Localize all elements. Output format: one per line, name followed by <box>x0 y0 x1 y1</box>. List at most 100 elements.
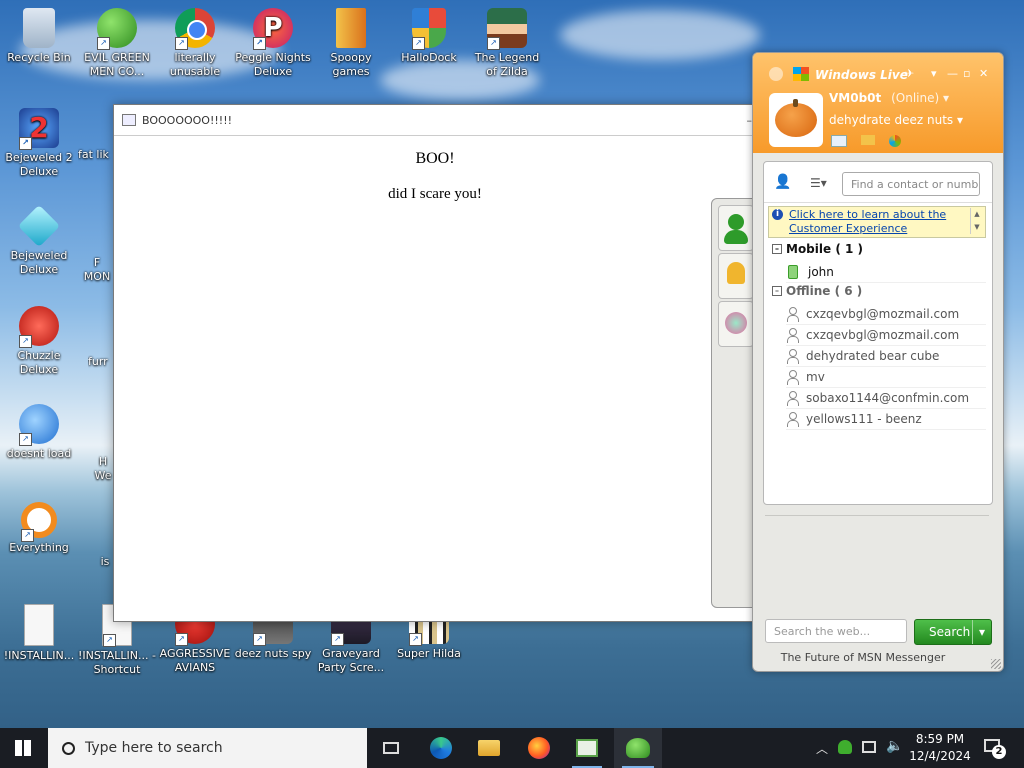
close-icon[interactable]: ✕ <box>979 67 988 80</box>
avatar[interactable] <box>769 93 823 147</box>
taskbar-file-explorer[interactable] <box>466 728 512 768</box>
contact-name: mv <box>806 370 825 384</box>
desktop-icon-label: Graveyard Party Scre... <box>317 647 385 674</box>
desktop-icon-evil-green-men[interactable]: ↗ EVIL GREEN MEN CO... <box>78 8 156 79</box>
contact-name: cxzqevbgl@mozmail.com <box>806 328 960 342</box>
desktop-icon-spoopy-games[interactable]: Spoopy games <box>312 8 390 79</box>
tab-games[interactable] <box>718 301 754 347</box>
taskbar-edge[interactable] <box>418 728 464 768</box>
desktop-icon-label: Bejeweled Deluxe <box>10 249 68 276</box>
back-arrow-icon[interactable] <box>769 67 783 81</box>
desktop-icon-partial[interactable]: F MON <box>80 256 114 284</box>
view-options-icon[interactable]: ☰▾ <box>810 176 827 190</box>
desktop-icon-legend-of-zilda[interactable]: ↗ The Legend of Zilda <box>468 8 546 79</box>
desktop-icon-hallodock[interactable]: ↗ HalloDock <box>390 8 468 65</box>
brand-title: Windows Live <box>815 68 908 82</box>
task-view-icon <box>383 742 399 754</box>
collapse-icon[interactable]: – <box>772 286 782 296</box>
action-center-button[interactable]: 2 <box>980 736 1008 760</box>
messenger-tray-icon[interactable] <box>838 740 852 754</box>
popup-heading: BOO! <box>415 150 455 167</box>
desktop-icon-partial[interactable]: H We <box>92 455 114 483</box>
offline-person-icon <box>786 412 799 427</box>
group-mobile[interactable]: – Mobile ( 1 ) <box>772 242 863 256</box>
desktop-icon-label: furr <box>88 355 108 368</box>
thunderbird-icon: ↗ <box>19 404 59 446</box>
mail-icon[interactable] <box>831 135 847 147</box>
find-contact-input[interactable]: Find a contact or numbe <box>842 172 980 196</box>
desktop-icon-installing[interactable]: !INSTALLIN... <box>0 604 78 663</box>
web-search-input[interactable]: Search the web... <box>765 619 907 643</box>
collapse-icon[interactable]: – <box>772 244 782 254</box>
desktop-icon-partial[interactable]: is <box>96 555 114 569</box>
start-button[interactable] <box>0 728 46 768</box>
web-search-button[interactable]: Search ▾ <box>914 619 992 645</box>
contact-item[interactable]: cxzqevbgl@mozmail.com <box>786 325 986 346</box>
desktop-icon-label: doesnt load <box>6 447 72 460</box>
popup-titlebar[interactable]: BOOOOOOO!!!!! – <box>114 105 756 136</box>
minimize-icon[interactable]: — <box>947 67 958 80</box>
contact-item[interactable]: dehydrated bear cube <box>786 346 986 367</box>
contact-item[interactable]: sobaxo1144@confmin.com <box>786 388 986 409</box>
resize-grip-icon[interactable] <box>991 659 1001 669</box>
maximize-icon[interactable]: ▫ <box>963 67 970 80</box>
menu-dropdown-icon[interactable]: ▾ <box>931 67 937 80</box>
clock-date: 12/4/2024 <box>909 749 971 763</box>
user-status-line[interactable]: VM0b0t (Online) ▾ <box>829 91 949 105</box>
group-name: Offline ( 6 ) <box>786 284 863 298</box>
contact-name: john <box>808 265 834 279</box>
desktop-icon-label: Bejeweled 2 Deluxe <box>5 151 73 178</box>
desktop-icon-bejeweled[interactable]: Bejeweled Deluxe <box>0 204 78 277</box>
desktop-icon-peggle[interactable]: P ↗ Peggle Nights Deluxe <box>234 8 312 79</box>
taskbar-browser-window[interactable] <box>564 728 610 768</box>
contact-toolbar: 👤 ☰▾ Find a contact or numbe <box>764 162 992 203</box>
desktop-icon-everything[interactable]: ↗ Everything <box>0 502 78 555</box>
customer-experience-link[interactable]: Click here to learn about the Customer E… <box>789 208 959 236</box>
pin-icon[interactable]: ✈ <box>905 67 914 80</box>
contact-item[interactable]: john <box>786 262 986 283</box>
desktop-icon-partial[interactable]: furr <box>88 355 114 369</box>
desktop-icon-recycle-bin[interactable]: Recycle Bin <box>0 8 78 65</box>
notification-count-badge: 2 <box>992 745 1006 759</box>
desktop-icon-thunderbird[interactable]: ↗ doesnt load <box>0 404 78 461</box>
pumpkin-icon <box>775 103 817 137</box>
desktop-icon-chrome[interactable]: ↗ literally unusable <box>156 8 234 79</box>
group-offline[interactable]: – Offline ( 6 ) <box>772 284 862 298</box>
clock[interactable]: 8:59 PM 12/4/2024 <box>906 731 974 765</box>
messenger-side-tabs <box>711 198 757 608</box>
desktop-icon-partial[interactable]: fat lik <box>78 148 114 162</box>
taskbar-firefox[interactable] <box>516 728 562 768</box>
desktop-icon-label: Peggle Nights Deluxe <box>235 51 311 78</box>
contact-item[interactable]: mv <box>786 367 986 388</box>
popup-content: BOO! did I scare you! <box>114 150 756 203</box>
pumpkin-stem <box>793 99 798 107</box>
desktop-icon-bejeweled2[interactable]: 2 ↗ Bejeweled 2 Deluxe <box>0 108 78 179</box>
chevron-down-icon[interactable]: ▾ <box>972 620 991 644</box>
task-view-button[interactable] <box>368 728 414 768</box>
folder-icon <box>478 740 500 756</box>
popup-window[interactable]: BOOOOOOO!!!!! – BOO! did I scare you! <box>113 104 757 622</box>
contact-item[interactable]: yellows111 - beenz <box>786 409 986 430</box>
messenger-window[interactable]: Windows Live ✈ ▾ — ▫ ✕ VM0b0t (Online) ▾… <box>752 52 1004 672</box>
network-icon[interactable] <box>862 741 876 753</box>
offline-person-icon <box>786 349 799 364</box>
tab-alerts[interactable] <box>718 253 754 299</box>
volume-icon[interactable]: 🔈 <box>886 738 903 754</box>
contact-name: dehydrated bear cube <box>806 349 940 363</box>
windows-flag-icon <box>793 67 809 81</box>
add-contact-icon[interactable]: 👤 <box>774 174 792 190</box>
contact-name: sobaxo1144@confmin.com <box>806 391 970 405</box>
chevron-up-icon[interactable]: ︿ <box>816 740 828 757</box>
chevron-down-icon: ▾ <box>943 91 950 105</box>
desktop-icon-chuzzle[interactable]: ↗ Chuzzle Deluxe <box>0 306 78 377</box>
taskbar-messenger[interactable] <box>614 728 662 768</box>
info-scrollbar[interactable]: ▲ ▼ <box>970 208 983 234</box>
taskbar-search-box[interactable]: Type here to search <box>48 728 367 768</box>
tab-contacts[interactable] <box>718 205 754 251</box>
contact-item[interactable]: cxzqevbgl@mozmail.com <box>786 304 986 325</box>
personal-message[interactable]: dehydrate deez nuts ▾ <box>829 113 963 127</box>
username: VM0b0t <box>829 91 882 105</box>
game-character-icon: ↗ <box>487 8 527 50</box>
folder-icon[interactable] <box>861 135 875 145</box>
msn-butterfly-icon[interactable] <box>889 135 901 147</box>
